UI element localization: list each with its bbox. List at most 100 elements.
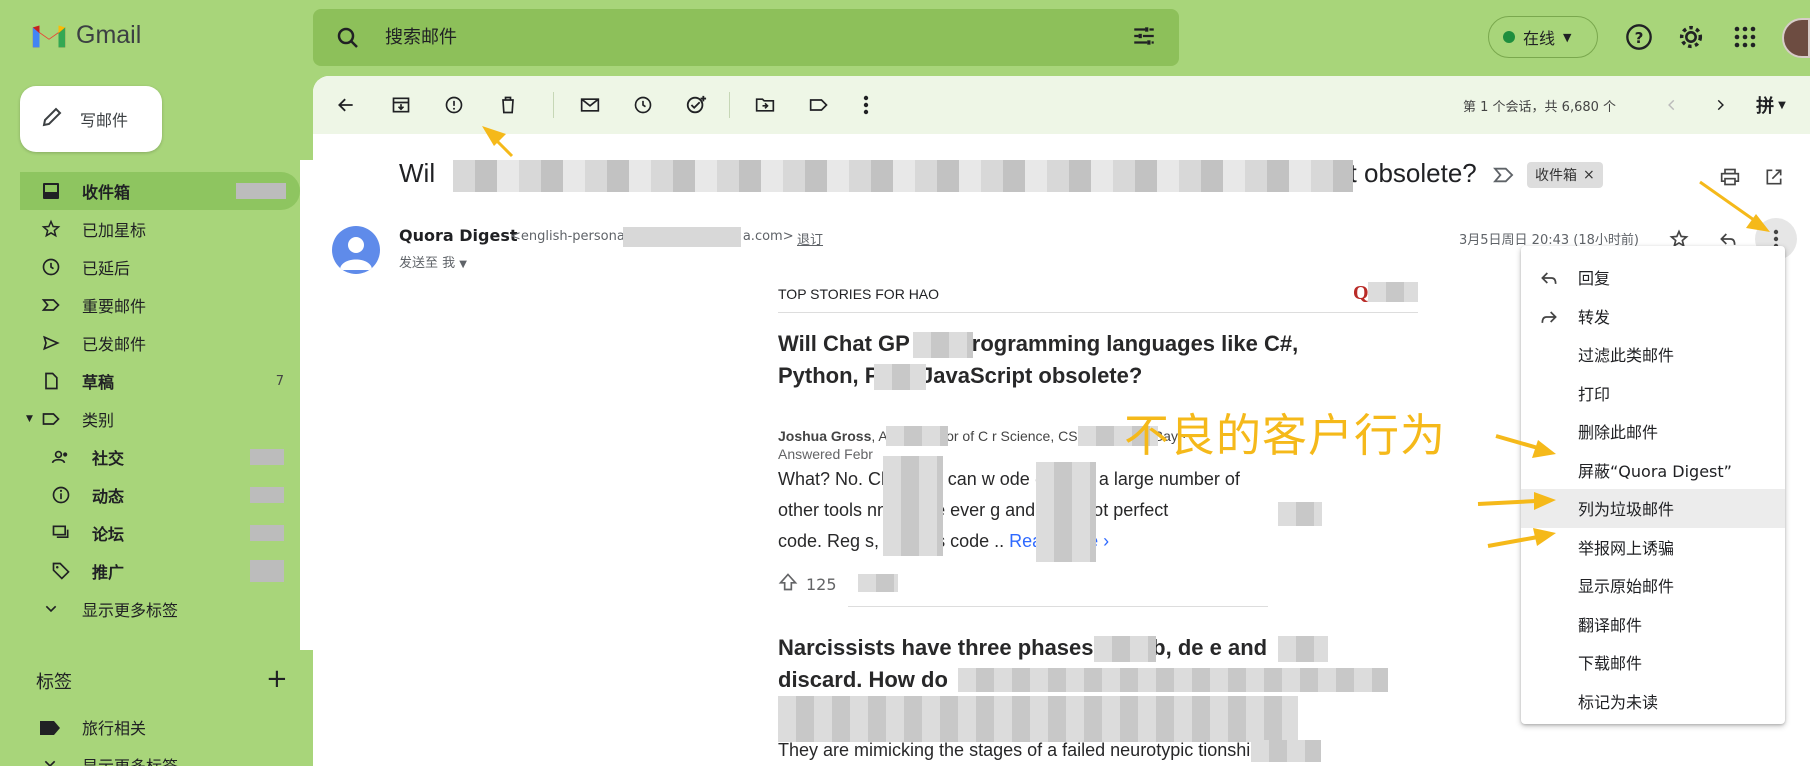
recipient-toggle[interactable]: 发送至 我 ▼: [399, 252, 467, 271]
menu-item-print[interactable]: 打印: [1521, 374, 1785, 413]
move-to-folder-icon[interactable]: [752, 92, 778, 118]
more-options-menu: 回复 转发 过滤此类邮件 打印 删除此邮件 屏蔽“Quora Digest” 列…: [1521, 246, 1785, 724]
menu-item-label: 过滤此类邮件: [1578, 346, 1675, 366]
sidebar-item-drafts[interactable]: 草稿 7: [0, 362, 300, 400]
menu-item-reply[interactable]: 回复: [1521, 258, 1785, 297]
sidebar-item-label: 社交: [92, 449, 125, 468]
snooze-clock-icon[interactable]: [630, 92, 656, 118]
answered-date: Answered Febr: [778, 446, 873, 462]
archive-icon[interactable]: [388, 92, 414, 118]
sidebar-item-label: 已发邮件: [82, 335, 147, 354]
more-vert-icon[interactable]: [853, 92, 879, 118]
status-label: 在线: [1523, 29, 1556, 48]
redacted-email: [623, 227, 741, 247]
menu-item-download[interactable]: 下载邮件: [1521, 643, 1785, 682]
sidebar-item-categories[interactable]: ▼ 类别: [0, 400, 300, 438]
apps-grid-icon[interactable]: [1728, 20, 1762, 54]
sidebar-item-forums[interactable]: 论坛: [0, 514, 300, 552]
search-icon[interactable]: [333, 23, 363, 53]
chip-label: 收件箱: [1535, 168, 1577, 184]
settings-gear-icon[interactable]: [1674, 20, 1708, 54]
gmail-logo[interactable]: Gmail: [30, 20, 141, 50]
menu-item-label: 下载邮件: [1578, 654, 1643, 674]
chip-close-icon[interactable]: ×: [1583, 167, 1595, 183]
pencil-icon: [40, 105, 64, 133]
toolbar-divider: [729, 92, 730, 118]
tag-icon: [50, 560, 72, 582]
menu-item-filter[interactable]: 过滤此类邮件: [1521, 335, 1785, 374]
send-icon: [40, 332, 62, 354]
sidebar-item-promotions[interactable]: 推广: [0, 552, 300, 590]
label-name: 旅行相关: [82, 719, 147, 738]
menu-item-show-original[interactable]: 显示原始邮件: [1521, 566, 1785, 605]
svg-text:?: ?: [1635, 29, 1644, 47]
draft-count: 7: [275, 373, 284, 389]
menu-item-forward[interactable]: 转发: [1521, 297, 1785, 336]
redacted-text: [1278, 636, 1328, 662]
delete-trash-icon[interactable]: [495, 92, 521, 118]
input-tools-button[interactable]: 拼 ▼: [1741, 92, 1801, 118]
sidebar-item-inbox[interactable]: 收件箱: [20, 172, 300, 210]
upvote-count: 125: [806, 574, 837, 594]
search-bar[interactable]: [313, 9, 1179, 66]
excerpt-line: What? No. ChatGPT can w ode (as can a la…: [778, 469, 1240, 489]
compose-button[interactable]: 写邮件: [20, 86, 162, 152]
print-icon[interactable]: [1715, 162, 1745, 192]
unsubscribe-link[interactable]: 退订: [797, 229, 823, 248]
menu-item-report-spam[interactable]: 列为垃圾邮件: [1521, 489, 1785, 528]
sidebar-item-show-more[interactable]: 显示更多标签: [0, 590, 300, 628]
story-excerpt: What? No. ChatGPT can w ode (as can a la…: [778, 464, 1418, 557]
label-item-show-more[interactable]: 显示更多标签: [0, 746, 300, 766]
message-toolbar: 第 1 个会话，共 6,680 个 拼 ▼: [313, 76, 1810, 134]
label-item-travel[interactable]: 旅行相关: [0, 708, 300, 746]
sidebar-item-label: 动态: [92, 487, 125, 506]
sidebar-item-sent[interactable]: 已发邮件: [0, 324, 300, 362]
sidebar-item-label: 收件箱: [82, 183, 131, 202]
toolbar-divider: [553, 92, 554, 118]
upvote-button[interactable]: 125: [778, 572, 837, 596]
sidebar-item-snoozed[interactable]: 已延后: [0, 248, 300, 286]
sidebar-item-starred[interactable]: 已加星标: [0, 210, 300, 248]
sidebar-item-updates[interactable]: 动态: [0, 476, 300, 514]
sender-name[interactable]: Quora Digest: [399, 226, 517, 245]
search-input[interactable]: [385, 27, 1085, 48]
gmail-wordmark: Gmail: [76, 20, 142, 49]
account-avatar[interactable]: [1782, 18, 1810, 58]
redacted-text: [886, 426, 948, 446]
add-label-icon[interactable]: +: [266, 664, 288, 694]
redacted-text: [874, 364, 926, 390]
menu-item-block-sender[interactable]: 屏蔽“Quora Digest”: [1521, 451, 1785, 490]
sidebar-item-label: 已加星标: [82, 221, 147, 240]
prev-page-icon[interactable]: [1659, 92, 1685, 118]
help-icon[interactable]: ?: [1622, 20, 1656, 54]
inbox-label-chip[interactable]: 收件箱 ×: [1527, 162, 1603, 188]
sidebar-item-important[interactable]: 重要邮件: [0, 286, 300, 324]
menu-item-delete[interactable]: 删除此邮件: [1521, 412, 1785, 451]
inbox-icon: [40, 180, 62, 202]
forward-icon: [1537, 305, 1561, 329]
menu-item-label: 显示原始邮件: [1578, 577, 1675, 597]
status-selector[interactable]: 在线 ▼: [1488, 16, 1598, 58]
redacted-text: [1094, 636, 1156, 662]
next-page-icon[interactable]: [1707, 92, 1733, 118]
important-marker-icon[interactable]: [1493, 166, 1515, 188]
redacted-count: [236, 183, 286, 199]
menu-item-report-phishing[interactable]: 举报网上诱骗: [1521, 528, 1785, 567]
open-new-window-icon[interactable]: [1759, 162, 1789, 192]
redacted-text: [913, 332, 973, 358]
label-tag-icon[interactable]: [806, 92, 832, 118]
excerpt-line: other tools nnot write ever g and it can…: [778, 500, 1169, 520]
mark-unread-icon[interactable]: [577, 92, 603, 118]
report-spam-icon[interactable]: [441, 92, 467, 118]
back-arrow-icon[interactable]: [333, 92, 359, 118]
sidebar-item-social[interactable]: 社交: [0, 438, 300, 476]
menu-item-mark-unread[interactable]: 标记为未读: [1521, 682, 1785, 721]
redacted-count: [250, 487, 284, 503]
menu-item-label: 列为垃圾邮件: [1578, 500, 1675, 520]
menu-item-translate[interactable]: 翻译邮件: [1521, 605, 1785, 644]
story-excerpt-line: They are mimicking the stages of a faile…: [778, 740, 1266, 760]
top-bar: Gmail 在线 ▼ ?: [0, 0, 1810, 76]
digest-heading: TOP STORIES FOR HAO: [778, 286, 940, 302]
search-options-icon[interactable]: [1131, 23, 1157, 53]
add-task-icon[interactable]: [683, 92, 709, 118]
